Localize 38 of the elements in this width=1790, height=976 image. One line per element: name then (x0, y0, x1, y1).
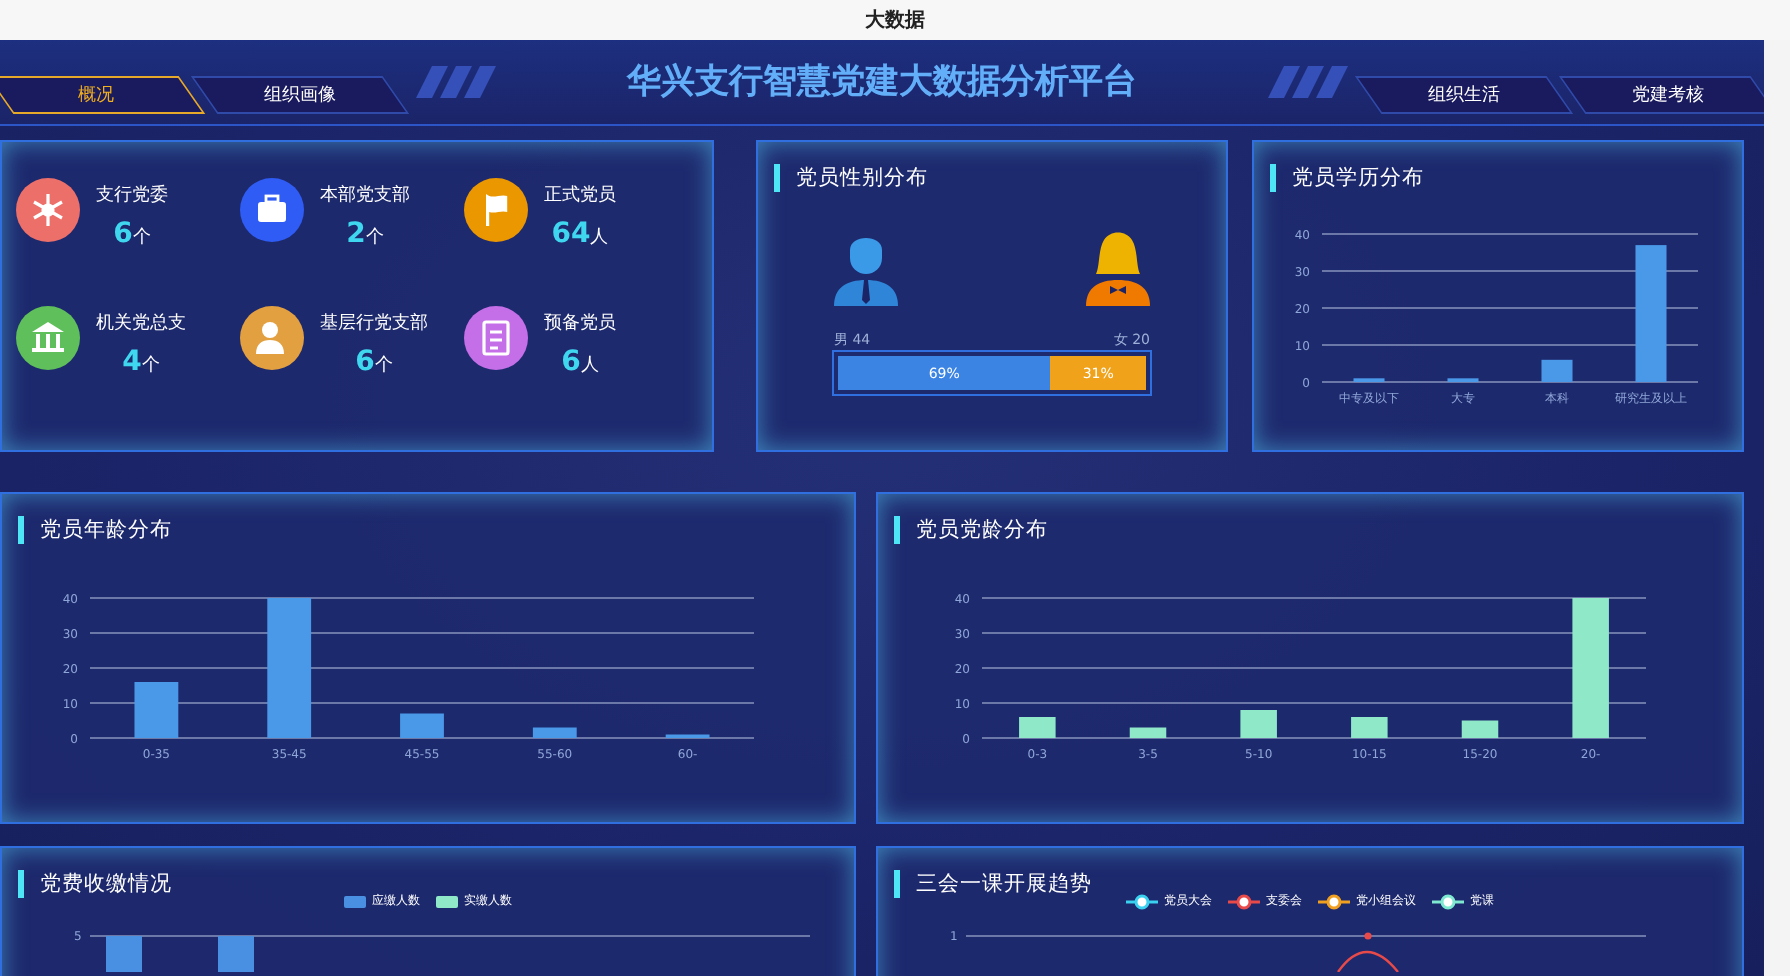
stat-label: 基层行党支部 (320, 311, 428, 336)
stripes-icon (1268, 66, 1348, 98)
panel-title: 党费收缴情况 (40, 870, 172, 898)
stripes-icon (416, 66, 496, 98)
nav-tab[interactable]: 概况 (0, 75, 206, 113)
chart-bar (134, 682, 179, 738)
panel-title: 党员党龄分布 (916, 516, 1048, 544)
chart-bar (1129, 727, 1167, 738)
stat-label: 预备党员 (544, 311, 616, 336)
window-title: 大数据 (865, 7, 925, 34)
chart-bar (1461, 720, 1499, 738)
page-title: 华兴支行智慧党建大数据分析平台 (624, 59, 1139, 105)
chart-bar (1019, 717, 1056, 738)
stat-value: 6个 (355, 344, 393, 378)
panel-title: 三会一课开展趋势 (916, 870, 1092, 898)
stat-value: 2个 (346, 216, 384, 250)
stat-label: 支行党委 (96, 182, 168, 208)
stat-value: 4个 (122, 344, 160, 378)
stat-label: 机关党总支 (96, 311, 186, 336)
nav-tab[interactable]: 组织生活 (1354, 75, 1574, 113)
nav-tab[interactable]: 党建考核 (1558, 75, 1764, 113)
chart-bar (1240, 710, 1277, 738)
panel-title: 党员年龄分布 (40, 516, 172, 544)
chart-bar (400, 713, 444, 738)
chart-bar (532, 727, 577, 738)
stat-value: 6个 (113, 216, 151, 250)
stat-label: 本部党支部 (320, 183, 410, 208)
stat-value: 64人 (551, 216, 609, 250)
stat-label: 正式党员 (544, 183, 616, 208)
chart-bar (1541, 359, 1573, 382)
panel-title: 党员性别分布 (796, 164, 928, 192)
stat-value: 6人 (561, 344, 599, 378)
chart-bar (1351, 717, 1388, 738)
panel-title: 党员学历分布 (1292, 164, 1424, 192)
chart-bar (1572, 598, 1609, 738)
chart-bar (1635, 245, 1667, 382)
chart-bar (267, 598, 312, 738)
nav-tab[interactable]: 组织画像 (190, 75, 410, 113)
